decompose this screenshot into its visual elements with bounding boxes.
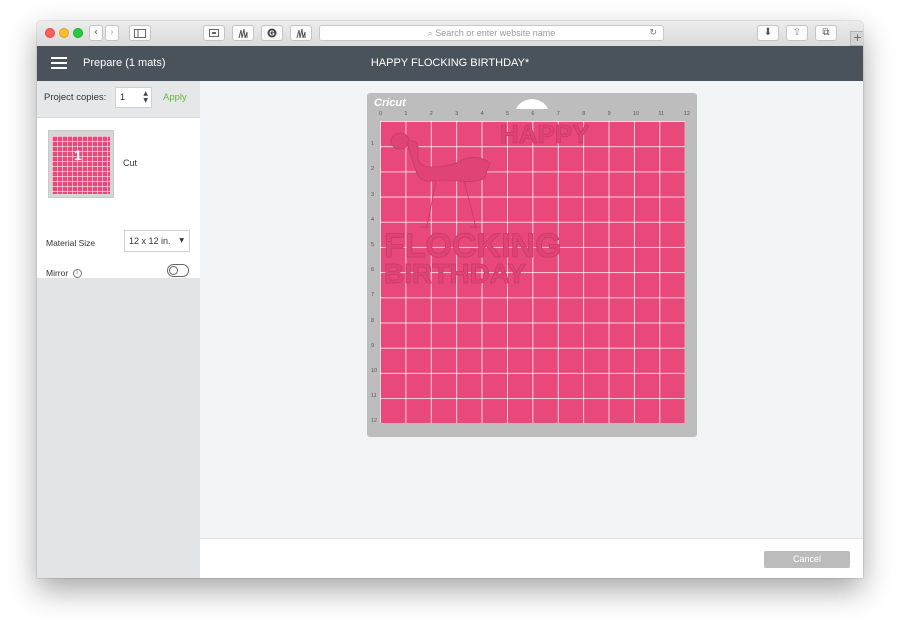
forward-icon[interactable]: › — [105, 25, 119, 41]
ruler-left-tick: 5 — [371, 242, 375, 248]
favorite-grass-icon[interactable] — [232, 25, 254, 41]
project-copies-bar: Project copies: 1 ▲ ▼ Apply — [37, 81, 200, 118]
minimize-window-button[interactable] — [59, 28, 69, 38]
ruler-left-tick: 9 — [371, 342, 375, 349]
mirror-label-text: Mirror — [46, 268, 69, 278]
ruler-top-tick: 1 — [404, 111, 408, 117]
svg-text:G: G — [269, 31, 275, 38]
mat-thumbnail-preview — [52, 136, 110, 194]
ruler-left-tick: 11 — [371, 393, 377, 400]
ruler-left-tick: 10 — [371, 368, 378, 374]
material-size-select[interactable]: 12 x 12 in. ▼ — [124, 230, 190, 252]
ruler-left-tick: 3 — [371, 191, 375, 198]
mat-action-label: Cut — [123, 158, 138, 168]
app-header: Prepare (1 mats) HAPPY FLOCKING BIRTHDAY… — [37, 46, 863, 81]
design-line-3: BIRTHDAY — [384, 258, 526, 289]
cancel-button[interactable]: Cancel — [764, 551, 850, 568]
close-window-button[interactable] — [45, 28, 55, 38]
mat-preview-area: Cricut 0 1 2 3 4 5 6 7 8 9 10 11 12 1 2 3 4 5 6 7 8 9 10 11 12 … — [200, 81, 863, 538]
download-icon[interactable]: ⬇ — [757, 25, 779, 41]
flamingo-icon — [390, 132, 491, 230]
project-copies-input[interactable]: 1 ▲ ▼ — [115, 87, 152, 108]
design-artwork: HAPPY FLOCKING BIRTHDAY — [384, 121, 590, 289]
mirror-toggle-knob — [169, 266, 178, 275]
browser-toolbar: ‹ › G ⌕ Search or enter website name ↻ ⬇… — [37, 21, 863, 47]
mirror-label: Mirror i — [46, 268, 82, 279]
ruler-top-tick: 8 — [582, 111, 586, 117]
design-line-1: HAPPY — [500, 121, 590, 149]
search-icon: ⌕ — [427, 29, 433, 39]
ruler-top-tick: 4 — [480, 111, 484, 117]
address-placeholder: Search or enter website name — [435, 28, 556, 38]
ruler-top-tick: 12 — [683, 111, 690, 117]
mat-hanger-tab — [516, 99, 548, 109]
mirror-toggle[interactable] — [167, 264, 189, 277]
ruler-top-tick: 11 — [658, 111, 665, 117]
ruler-left-tick: 6 — [371, 267, 375, 274]
cricut-logo: Cricut — [374, 97, 406, 109]
sidebar-toggle-icon[interactable] — [129, 25, 151, 41]
material-size-label: Material Size — [46, 238, 96, 248]
project-title: HAPPY FLOCKING BIRTHDAY* — [370, 57, 530, 69]
ruler-top-tick: 6 — [531, 111, 535, 117]
copies-stepper-icon[interactable]: ▲ ▼ — [143, 90, 148, 104]
address-bar[interactable]: ⌕ Search or enter website name ↻ — [319, 25, 664, 41]
ruler-left-tick: 8 — [371, 317, 375, 324]
ruler-top: 0 1 2 3 4 5 6 7 8 9 10 11 12 — [379, 111, 690, 119]
ruler-left-tick: 12 — [371, 418, 378, 425]
ruler-left-tick: 4 — [371, 216, 375, 223]
chevron-down-icon: ▼ — [179, 237, 184, 244]
ruler-top-tick: 3 — [455, 111, 459, 117]
ruler-top-tick: 5 — [506, 111, 510, 117]
project-copies-label: Project copies: — [44, 92, 107, 103]
info-icon[interactable]: i — [72, 269, 82, 279]
cutting-mat: Cricut 0 1 2 3 4 5 6 7 8 9 10 11 12 1 2 3 4 5 6 7 8 9 10 11 12 … — [367, 93, 697, 437]
ruler-top-tick: 7 — [556, 111, 560, 117]
ruler-top-tick: 0 — [379, 111, 383, 117]
favorite-g-icon[interactable]: G — [261, 25, 283, 41]
back-icon[interactable]: ‹ — [89, 25, 103, 41]
mat-cut-area: HAPPY FLOCKING BIRTHDAY — [380, 121, 685, 423]
sidebar: Project copies: 1 ▲ ▼ Apply 1 Cut Materia… — [37, 81, 200, 578]
ruler-top-tick: 2 — [429, 111, 433, 117]
ruler-top-tick: 9 — [607, 111, 611, 117]
ruler-left-tick: 2 — [371, 166, 375, 173]
ruler-left-tick: 7 — [371, 292, 375, 299]
reload-icon[interactable]: ↻ — [649, 26, 657, 40]
mat-thumbnail[interactable]: 1 — [48, 130, 114, 198]
bookmark-icon[interactable] — [203, 25, 225, 41]
material-size-value: 12 x 12 in. — [129, 236, 171, 246]
new-tab-icon[interactable]: + — [850, 31, 863, 46]
apply-button[interactable]: Apply — [163, 92, 187, 103]
footer-bar: Cancel — [200, 538, 863, 578]
app-window: ‹ › G ⌕ Search or enter website name ↻ ⬇… — [37, 21, 863, 578]
project-copies-value: 1 — [120, 92, 126, 102]
ruler-top-tick: 10 — [633, 111, 640, 117]
mat-number: 1 — [74, 147, 82, 163]
zoom-window-button[interactable] — [73, 28, 83, 38]
ruler-left: 1 2 3 4 5 6 7 8 9 10 11 12 — [371, 118, 379, 428]
share-icon[interactable]: ⇪ — [786, 25, 808, 41]
tabs-overview-icon[interactable]: ⧉ — [815, 25, 837, 41]
favorite-grass-icon-2[interactable] — [290, 25, 312, 41]
mat-list-panel: 1 Cut Material Size 12 x 12 in. ▼ Mirror… — [37, 118, 200, 279]
ruler-left-tick: 1 — [371, 141, 375, 148]
